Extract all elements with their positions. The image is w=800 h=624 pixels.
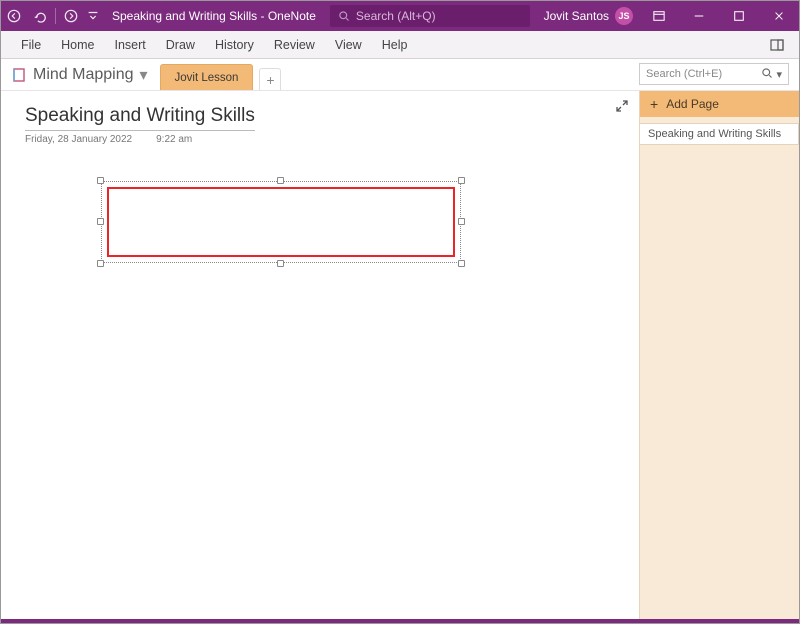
page-search-placeholder: Search (Ctrl+E)	[646, 68, 722, 80]
resize-handle-tl[interactable]	[97, 177, 104, 184]
resize-handle-ml[interactable]	[97, 218, 104, 225]
user-account[interactable]: Jovit Santos JS	[544, 7, 633, 25]
notebook-dropdown[interactable]: ▾	[140, 65, 148, 85]
content-area: Speaking and Writing Skills Friday, 28 J…	[1, 91, 799, 619]
page-list-item[interactable]: Speaking and Writing Skills	[640, 123, 799, 145]
page-canvas[interactable]: Speaking and Writing Skills Friday, 28 J…	[1, 91, 639, 619]
search-icon	[761, 67, 773, 82]
separator	[55, 8, 56, 24]
window-title: Speaking and Writing Skills - OneNote	[112, 9, 316, 23]
add-page-label: Add Page	[666, 97, 719, 111]
maximize-button[interactable]	[719, 1, 759, 31]
ribbon: File Home Insert Draw History Review Vie…	[1, 31, 799, 59]
minimize-button[interactable]	[679, 1, 719, 31]
status-bar	[1, 619, 799, 623]
tab-file[interactable]: File	[11, 31, 51, 59]
notebook-icon	[11, 67, 27, 83]
page-sidebar: + Add Page Speaking and Writing Skills	[639, 91, 799, 619]
tab-draw[interactable]: Draw	[156, 31, 205, 59]
page-date[interactable]: Friday, 28 January 2022	[25, 134, 132, 145]
resize-handle-tm[interactable]	[277, 177, 284, 184]
ribbon-display-button[interactable]	[639, 1, 679, 31]
search-placeholder: Search (Alt+Q)	[356, 9, 436, 23]
tab-review[interactable]: Review	[264, 31, 325, 59]
tab-view[interactable]: View	[325, 31, 372, 59]
close-button[interactable]	[759, 1, 799, 31]
section-tab-active[interactable]: Jovit Lesson	[160, 64, 254, 90]
plus-icon: +	[650, 96, 658, 112]
resize-handle-mr[interactable]	[458, 218, 465, 225]
tab-home[interactable]: Home	[51, 31, 104, 59]
fullscreen-icon[interactable]	[615, 99, 629, 118]
selected-object[interactable]	[101, 181, 461, 263]
title-underline	[25, 130, 255, 131]
resize-handle-bl[interactable]	[97, 260, 104, 267]
tab-history[interactable]: History	[205, 31, 264, 59]
page-title[interactable]: Speaking and Writing Skills	[25, 105, 615, 127]
rectangle-shape[interactable]	[107, 187, 455, 257]
section-bar: Mind Mapping ▾ Jovit Lesson + Search (Ct…	[1, 59, 799, 91]
add-page-button[interactable]: + Add Page	[640, 91, 799, 117]
resize-handle-br[interactable]	[458, 260, 465, 267]
search-icon	[338, 10, 350, 22]
resize-handle-tr[interactable]	[458, 177, 465, 184]
page-meta: Friday, 28 January 2022 9:22 am	[25, 134, 615, 145]
qat-customize[interactable]	[84, 1, 102, 31]
resize-handle-bm[interactable]	[277, 260, 284, 267]
chevron-down-icon: ▾	[776, 68, 782, 81]
avatar: JS	[615, 7, 633, 25]
tell-me-search[interactable]: Search (Alt+Q)	[330, 5, 530, 27]
tab-help[interactable]: Help	[372, 31, 418, 59]
page-time[interactable]: 9:22 am	[156, 134, 192, 145]
tab-insert[interactable]: Insert	[105, 31, 156, 59]
add-section-button[interactable]: +	[259, 68, 281, 90]
collapse-ribbon-button[interactable]	[765, 33, 789, 57]
title-bar: Speaking and Writing Skills - OneNote Se…	[1, 1, 799, 31]
notebook-name[interactable]: Mind Mapping	[33, 66, 134, 84]
page-search[interactable]: Search (Ctrl+E) ▾	[639, 63, 789, 85]
redo-button[interactable]	[58, 1, 84, 31]
user-name: Jovit Santos	[544, 9, 609, 23]
undo-button[interactable]	[27, 1, 53, 31]
back-button[interactable]	[1, 1, 27, 31]
